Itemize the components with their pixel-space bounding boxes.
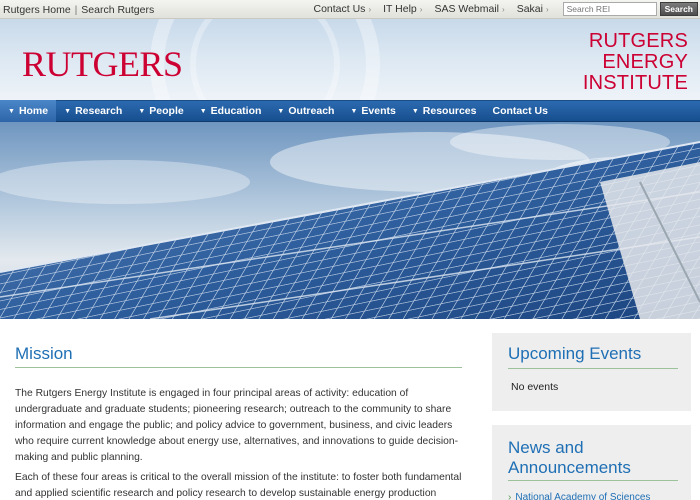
utility-right: Contact Us › IT Help › SAS Webmail › Sakai ›… (302, 2, 698, 16)
nav-label: Education (210, 105, 262, 117)
chevron-right-icon: › (368, 4, 372, 14)
news-box: News and Announcements › National Academy… (492, 425, 691, 500)
nav-item-events[interactable]: ▼ Events (342, 100, 403, 122)
caret-down-icon: ▼ (8, 107, 15, 115)
contact-us-link[interactable]: Contact Us › (314, 3, 372, 15)
nav-label: Resources (422, 105, 477, 117)
nav-label: Research (75, 105, 123, 117)
sas-webmail-link[interactable]: SAS Webmail › (434, 3, 504, 15)
nav-label: Outreach (288, 105, 335, 117)
chevron-right-icon: › (545, 4, 549, 14)
mission-title: Mission (15, 344, 73, 363)
hero-solar-panels-image (0, 122, 700, 319)
seal-watermark-inner (190, 19, 340, 100)
main-nav: ▼ Home ▼ Research ▼ People ▼ Education ▼ Outr… (0, 100, 700, 122)
caret-down-icon: ▼ (138, 107, 146, 115)
nav-item-home[interactable]: ▼ Home (0, 100, 57, 122)
caret-down-icon: ▼ (199, 107, 207, 115)
divider (508, 480, 678, 481)
nav-item-resources[interactable]: ▼ Resources (404, 100, 485, 122)
rutgers-logo[interactable]: RUTGERS (22, 43, 183, 85)
nav-item-people[interactable]: ▼ People (130, 100, 191, 122)
sakai-link[interactable]: Sakai › (517, 3, 549, 15)
rutgers-home-link[interactable]: Rutgers Home (3, 4, 71, 16)
nav-label: Contact Us (492, 105, 548, 117)
nav-label: Home (18, 105, 49, 117)
caret-down-icon: ▼ (411, 107, 419, 115)
caret-down-icon: ▼ (350, 107, 358, 115)
search-rutgers-link[interactable]: Search Rutgers (81, 4, 154, 16)
it-help-label: IT Help (383, 3, 417, 15)
news-item[interactable]: › National Academy of Sciences (508, 492, 650, 500)
caret-down-icon: ▼ (277, 107, 285, 115)
caret-down-icon: ▼ (64, 107, 72, 115)
search-button[interactable]: Search (659, 2, 698, 16)
it-help-link[interactable]: IT Help › (383, 3, 422, 15)
news-title: News and Announcements (508, 438, 631, 477)
header-banner: RUTGERS RUTGERS ENERGY INSTITUTE (0, 19, 700, 100)
nav-label: People (149, 105, 184, 117)
nav-item-education[interactable]: ▼ Education (192, 100, 270, 122)
utility-bar: Rutgers Home | Search Rutgers Contact Us… (0, 0, 700, 19)
contact-us-label: Contact Us (313, 3, 366, 15)
divider (508, 368, 678, 369)
no-events-text: No events (511, 381, 559, 393)
search-input[interactable] (562, 2, 657, 16)
rei-logo[interactable]: RUTGERS ENERGY INSTITUTE (583, 31, 688, 94)
separator: | (74, 4, 78, 16)
nav-item-contact-us[interactable]: Contact Us (484, 100, 555, 122)
rei-logo-line: RUTGERS (588, 30, 688, 52)
upcoming-events-title: Upcoming Events (508, 344, 642, 363)
nav-item-research[interactable]: ▼ Research (56, 100, 130, 122)
upcoming-events-box: Upcoming Events No events (492, 333, 691, 411)
rei-logo-line: INSTITUTE (582, 72, 688, 94)
chevron-right-icon: › (419, 4, 423, 14)
rei-logo-line: ENERGY (602, 51, 688, 73)
nav-item-outreach[interactable]: ▼ Outreach (269, 100, 342, 122)
bullet-icon: › (508, 492, 512, 500)
mission-paragraph: The Rutgers Energy Institute is engaged … (15, 388, 459, 463)
solar-panel-illustration (0, 122, 700, 319)
chevron-right-icon: › (502, 4, 505, 14)
mission-paragraph: Each of these four areas is critical to … (15, 472, 462, 499)
nav-label: Events (361, 105, 396, 117)
utility-left: Rutgers Home | Search Rutgers (3, 4, 154, 16)
divider (15, 367, 462, 368)
news-item-label: National Academy of Sciences (515, 492, 651, 500)
sas-webmail-label: SAS Webmail (434, 3, 500, 15)
sakai-label: Sakai (516, 3, 543, 15)
